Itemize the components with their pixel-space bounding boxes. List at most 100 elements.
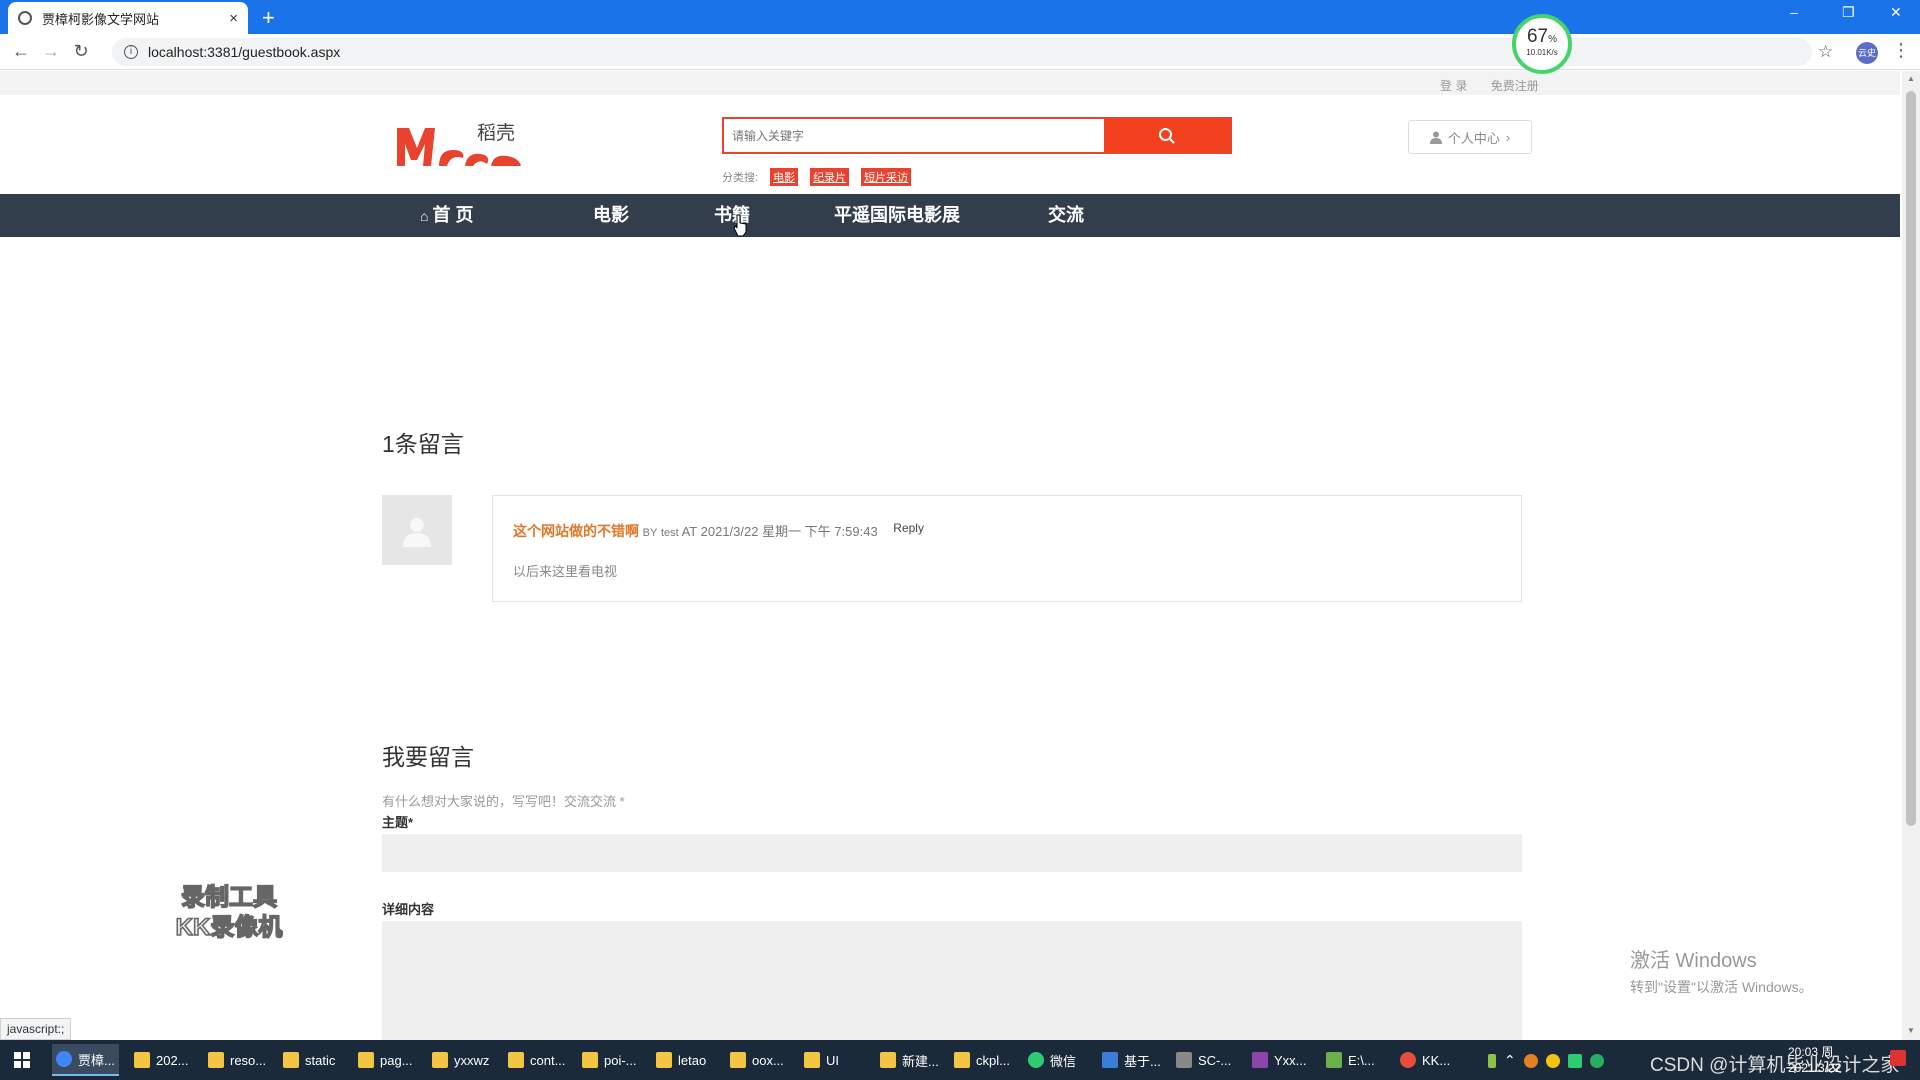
new-tab-button[interactable]: +: [262, 5, 275, 31]
taskbar-item-label: 贾樟...: [78, 1052, 115, 1068]
taskbar-item[interactable]: cont...: [508, 1044, 565, 1076]
visual-studio-icon: [1252, 1052, 1268, 1068]
taskbar-item[interactable]: ckpl...: [954, 1044, 1010, 1076]
tray-app-icon-2[interactable]: [1545, 1053, 1560, 1068]
tray-app-icon[interactable]: [1523, 1053, 1538, 1068]
url-text: localhost:3381/guestbook.aspx: [148, 44, 341, 60]
system-tray: ⌃: [1488, 1052, 1604, 1069]
comment-body: 以后来这里看电视: [513, 564, 618, 579]
search-icon: [1159, 127, 1175, 144]
category-tag-documentary[interactable]: 纪录片: [810, 168, 850, 186]
browser-menu-icon[interactable]: ⋮: [1892, 40, 1910, 61]
info-icon[interactable]: i: [124, 45, 138, 59]
login-link[interactable]: 登 录: [1440, 79, 1467, 93]
subject-input[interactable]: [382, 834, 1522, 872]
recorder-watermark: 录制工具 KK录像机: [160, 883, 298, 943]
restore-icon[interactable]: ❐: [1842, 4, 1855, 21]
scroll-up-icon[interactable]: ▲: [1907, 74, 1915, 83]
user-center-button[interactable]: 个人中心 ›: [1408, 120, 1532, 154]
taskbar-item[interactable]: 202...: [134, 1044, 189, 1076]
user-icon: [1429, 131, 1442, 144]
site-logo[interactable]: 稻壳: [395, 120, 525, 168]
taskbar-item[interactable]: pag...: [358, 1044, 413, 1076]
reply-link[interactable]: Reply: [893, 521, 924, 535]
comment-time: 2021/3/22 星期一 下午 7:59:43: [700, 524, 878, 539]
browser-tab-bar: 贾樟柯影像文学网站 × + – ❐ ✕: [0, 0, 1920, 34]
taskbar-item[interactable]: reso...: [208, 1044, 266, 1076]
close-tab-icon[interactable]: ×: [229, 10, 238, 27]
default-avatar-icon: [403, 518, 431, 547]
category-label: 分类搜:: [722, 172, 759, 184]
taskbar-item[interactable]: 基于...: [1102, 1044, 1161, 1076]
taskbar-clock[interactable]: 20:03 周 2021/3/22: [1788, 1044, 1841, 1076]
subject-label: 主题*: [382, 815, 414, 830]
folder-icon: [582, 1052, 598, 1068]
category-tag-movies[interactable]: 电影: [770, 168, 799, 186]
taskbar-item-label: 基于...: [1124, 1053, 1161, 1069]
notification-icon[interactable]: [1890, 1050, 1906, 1066]
tray-app-icon-3[interactable]: [1567, 1053, 1582, 1068]
top-links: 登 录 免费注册: [1440, 77, 1559, 94]
folder-icon: [358, 1052, 374, 1068]
battery-icon[interactable]: [1488, 1053, 1496, 1068]
forward-icon[interactable]: →: [36, 41, 66, 62]
taskbar-item[interactable]: yxxwz: [432, 1044, 489, 1076]
scroll-down-icon[interactable]: ▼: [1907, 1026, 1915, 1035]
tray-expand-icon[interactable]: ⌃: [1504, 1052, 1516, 1069]
wechat-tray-icon[interactable]: [1589, 1053, 1604, 1068]
taskbar-item[interactable]: UI: [804, 1044, 839, 1076]
taskbar-item[interactable]: letao: [656, 1044, 706, 1076]
status-bar-url: javascript:;: [0, 1018, 72, 1040]
folder-icon: [730, 1052, 746, 1068]
page-scrollbar[interactable]: ▲ ▼: [1902, 71, 1920, 1040]
folder-icon: [208, 1052, 224, 1068]
taskbar-item[interactable]: E:\...: [1326, 1044, 1375, 1076]
activate-title: 激活 Windows: [1630, 950, 1757, 972]
taskbar-item[interactable]: poi-...: [582, 1044, 637, 1076]
taskbar-item-label: pag...: [380, 1052, 413, 1068]
register-link[interactable]: 免费注册: [1491, 79, 1539, 93]
vscode-icon: [1102, 1052, 1118, 1068]
category-tag-shorts[interactable]: 短片采访: [861, 168, 912, 186]
minimize-icon[interactable]: –: [1790, 4, 1798, 20]
nav-exchange[interactable]: 交流: [1048, 194, 1084, 237]
nav-festival[interactable]: 平遥国际电影展: [834, 194, 960, 237]
window-close-icon[interactable]: ✕: [1890, 4, 1902, 21]
logo-text: 稻壳: [477, 122, 516, 144]
main-nav: ⌂ 首 页 电影 书籍 平遥国际电影展 交流: [0, 194, 1900, 237]
screen: 贾樟柯影像文学网站 × + – ❐ ✕ ← → ↻ i localhost:33…: [0, 0, 1920, 1080]
taskbar-item[interactable]: 贾樟...: [52, 1044, 119, 1076]
content-label: 详细内容: [382, 902, 435, 917]
taskbar-item-label: 微信: [1050, 1053, 1077, 1069]
taskbar-item[interactable]: oox...: [730, 1044, 784, 1076]
taskbar-item[interactable]: 微信: [1028, 1044, 1076, 1076]
taskbar-item[interactable]: SC-...: [1176, 1044, 1231, 1076]
folder-icon: [656, 1052, 672, 1068]
taskbar-item[interactable]: static: [283, 1044, 335, 1076]
nav-home-label: 首 页: [432, 205, 474, 225]
taskbar-item[interactable]: KK...: [1400, 1044, 1450, 1076]
back-icon[interactable]: ←: [6, 41, 36, 62]
taskbar-item-label: oox...: [752, 1052, 784, 1068]
search-button[interactable]: [1104, 119, 1230, 152]
content-textarea[interactable]: [382, 921, 1522, 1041]
folder-icon: [880, 1052, 896, 1068]
folder-icon: [508, 1052, 524, 1068]
nav-movies[interactable]: 电影: [593, 194, 629, 237]
browser-tab[interactable]: 贾樟柯影像文学网站 ×: [8, 2, 248, 34]
search-input[interactable]: [724, 119, 1104, 152]
address-bar-row: ← → ↻ i localhost:3381/guestbook.aspx ☆ …: [0, 34, 1920, 70]
tool-icon: [1176, 1052, 1192, 1068]
user-center-label: 个人中心: [1447, 130, 1500, 146]
comment-item: 这个网站做的不错啊 BY test AT 2021/3/22 星期一 下午 7:…: [492, 495, 1522, 602]
taskbar-item[interactable]: Yxx...: [1252, 1044, 1307, 1076]
nav-home[interactable]: ⌂ 首 页: [420, 194, 473, 237]
network-speed-gauge: 67% 10.01K/s: [1512, 14, 1572, 74]
profile-avatar[interactable]: 云史: [1856, 42, 1878, 64]
windows-start-icon[interactable]: [14, 1052, 30, 1068]
bookmark-star-icon[interactable]: ☆: [1818, 42, 1833, 62]
windows-activation-notice: 激活 Windows 转到"设置"以激活 Windows。: [1630, 944, 1813, 997]
taskbar-item[interactable]: 新建...: [880, 1044, 939, 1076]
reload-icon[interactable]: ↻: [66, 41, 96, 62]
scrollbar-thumb[interactable]: [1906, 91, 1916, 826]
